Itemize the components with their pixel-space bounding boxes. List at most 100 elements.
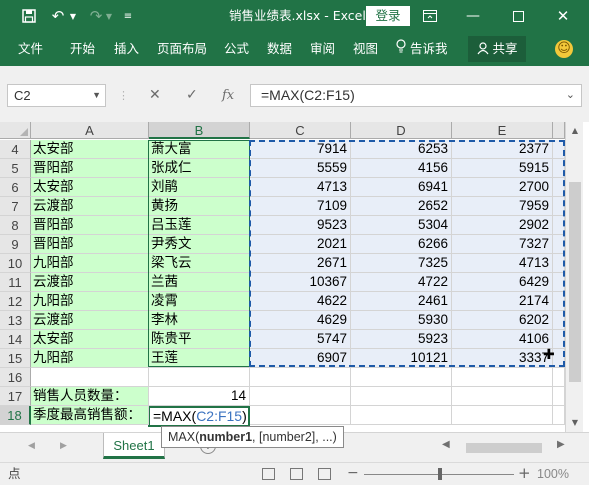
cell-a17[interactable]: 销售人员数量：	[31, 387, 149, 406]
undo-dropdown-icon[interactable]: ▼	[67, 0, 79, 32]
cell-c13[interactable]: 4629	[250, 311, 351, 330]
cell-b14[interactable]: 陈贵平	[149, 330, 250, 349]
undo-icon[interactable]: ↶	[48, 0, 68, 32]
cell-a16[interactable]	[31, 368, 149, 387]
cell-a18[interactable]: 季度最高销售额：	[31, 406, 149, 425]
column-header-c[interactable]: C	[250, 122, 351, 139]
row-header-10[interactable]: 10	[0, 254, 31, 273]
maximize-icon[interactable]	[508, 0, 528, 32]
cell-f11[interactable]	[553, 273, 565, 292]
cell-e17[interactable]	[452, 387, 553, 406]
cell-e14[interactable]: 4106	[452, 330, 553, 349]
close-icon[interactable]: ✕	[553, 0, 573, 32]
cell-d15[interactable]: 10121	[351, 349, 452, 368]
zoom-level[interactable]: 100%	[537, 463, 569, 485]
cell-d17[interactable]	[351, 387, 452, 406]
cell-b7[interactable]: 黄扬	[149, 197, 250, 216]
cell-a11[interactable]: 云渡部	[31, 273, 149, 292]
cell-f5[interactable]	[553, 159, 565, 178]
previous-sheet-icon[interactable]: ◀	[28, 441, 35, 451]
column-header-b[interactable]: B	[149, 122, 250, 139]
formula-input[interactable]: =MAX(C2:F15) ⌄	[250, 84, 582, 107]
cell-c10[interactable]: 2671	[250, 254, 351, 273]
row-header-8[interactable]: 8	[0, 216, 31, 235]
cell-c15[interactable]: 6907	[250, 349, 351, 368]
cell-d10[interactable]: 7325	[351, 254, 452, 273]
tell-me-box[interactable]: 告诉我	[396, 32, 448, 66]
column-header-d[interactable]: D	[351, 122, 452, 139]
cell-f10[interactable]	[553, 254, 565, 273]
vertical-scrollbar[interactable]: ▲ ▼	[565, 122, 583, 432]
cell-c5[interactable]: 5559	[250, 159, 351, 178]
cell-f12[interactable]	[553, 292, 565, 311]
cell-a9[interactable]: 晋阳部	[31, 235, 149, 254]
zoom-out-icon[interactable]: −	[347, 465, 359, 481]
cell-d13[interactable]: 5930	[351, 311, 452, 330]
zoom-slider-knob[interactable]	[438, 468, 442, 480]
expand-formula-bar-icon[interactable]: ⌄	[566, 85, 575, 106]
row-header-12[interactable]: 12	[0, 292, 31, 311]
cell-c8[interactable]: 9523	[250, 216, 351, 235]
cell-b16[interactable]	[149, 368, 250, 387]
cell-b5[interactable]: 张成仁	[149, 159, 250, 178]
cell-c12[interactable]: 4622	[250, 292, 351, 311]
cell-c18[interactable]	[250, 406, 351, 425]
cell-a12[interactable]: 九阳部	[31, 292, 149, 311]
cell-e5[interactable]: 5915	[452, 159, 553, 178]
cell-b10[interactable]: 梁飞云	[149, 254, 250, 273]
row-header-7[interactable]: 7	[0, 197, 31, 216]
ribbon-display-options-icon[interactable]	[420, 0, 440, 32]
cell-f8[interactable]	[553, 216, 565, 235]
cancel-icon[interactable]: ✕	[149, 84, 161, 107]
cell-e7[interactable]: 7959	[452, 197, 553, 216]
cell-d18[interactable]	[351, 406, 452, 425]
row-header-15[interactable]: 15	[0, 349, 31, 368]
cell-b8[interactable]: 吕玉莲	[149, 216, 250, 235]
row-header-4[interactable]: 4	[0, 140, 31, 159]
redo-icon[interactable]: ↷	[86, 0, 106, 32]
cell-d11[interactable]: 4722	[351, 273, 452, 292]
tab-file[interactable]: 文件	[18, 32, 43, 66]
row-header-17[interactable]: 17	[0, 387, 31, 406]
tab-home[interactable]: 开始	[70, 32, 95, 66]
tab-review[interactable]: 审阅	[310, 32, 335, 66]
minimize-icon[interactable]: —	[463, 0, 483, 32]
cell-d6[interactable]: 6941	[351, 178, 452, 197]
cell-f16[interactable]	[553, 368, 565, 387]
cell-b9[interactable]: 尹秀文	[149, 235, 250, 254]
cell-f13[interactable]	[553, 311, 565, 330]
hscroll-right-icon[interactable]: ▶	[557, 439, 565, 450]
cell-c14[interactable]: 5747	[250, 330, 351, 349]
cell-e10[interactable]: 4713	[452, 254, 553, 273]
cell-d14[interactable]: 5923	[351, 330, 452, 349]
cell-a10[interactable]: 九阳部	[31, 254, 149, 273]
cell-b13[interactable]: 李林	[149, 311, 250, 330]
cell-a6[interactable]: 太安部	[31, 178, 149, 197]
scroll-up-icon[interactable]: ▲	[566, 122, 584, 140]
cell-d7[interactable]: 2652	[351, 197, 452, 216]
row-header-13[interactable]: 13	[0, 311, 31, 330]
cell-e4[interactable]: 2377	[452, 140, 553, 159]
row-header-11[interactable]: 11	[0, 273, 31, 292]
tab-sheet1[interactable]: Sheet1	[103, 433, 165, 459]
cell-e18[interactable]	[452, 406, 553, 425]
select-all-button[interactable]	[0, 122, 31, 139]
cell-f18[interactable]	[553, 406, 565, 425]
cell-b12[interactable]: 凌霄	[149, 292, 250, 311]
vertical-scroll-thumb[interactable]	[569, 182, 581, 382]
cell-b15[interactable]: 王莲	[149, 349, 250, 368]
column-header-e[interactable]: E	[452, 122, 553, 139]
cell-b11[interactable]: 兰茜	[149, 273, 250, 292]
cell-d12[interactable]: 2461	[351, 292, 452, 311]
cell-d4[interactable]: 6253	[351, 140, 452, 159]
cell-d8[interactable]: 5304	[351, 216, 452, 235]
normal-view-icon[interactable]	[262, 468, 275, 480]
cell-d16[interactable]	[351, 368, 452, 387]
cell-f6[interactable]	[553, 178, 565, 197]
cell-a7[interactable]: 云渡部	[31, 197, 149, 216]
cell-b18-editor[interactable]: =MAX(C2:F15)	[148, 406, 250, 427]
horizontal-scroll-thumb[interactable]	[466, 443, 542, 453]
cell-e15[interactable]: 3337	[452, 349, 553, 368]
cell-c6[interactable]: 4713	[250, 178, 351, 197]
cell-b6[interactable]: 刘鹃	[149, 178, 250, 197]
